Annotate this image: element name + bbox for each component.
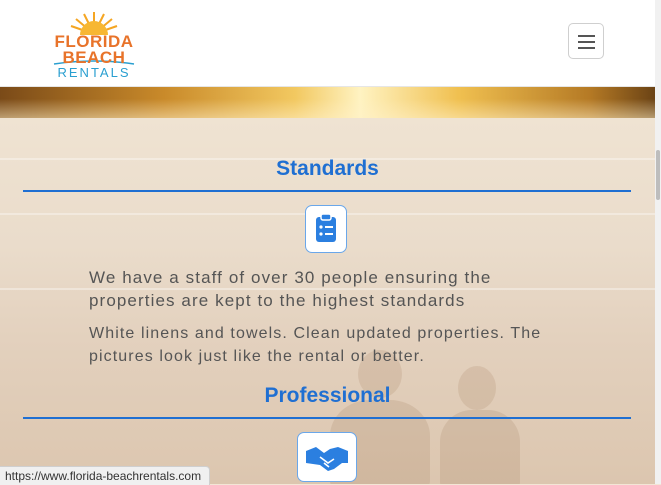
background-figure bbox=[440, 410, 520, 484]
site-header: FLORIDA BEACH RENTALS bbox=[0, 0, 655, 87]
vertical-scrollbar[interactable] bbox=[655, 0, 661, 484]
logo-line-3: RENTALS bbox=[57, 65, 131, 80]
section-title-professional: Professional bbox=[264, 384, 391, 407]
main-content: Standards We have a staff of over 30 peo… bbox=[0, 118, 655, 484]
standards-details: White linens and towels. Clean updated p… bbox=[89, 325, 542, 365]
scrollbar-thumb[interactable] bbox=[656, 150, 660, 200]
sunset-hero-strip bbox=[0, 86, 655, 118]
link-status-bar: https://www.florida-beachrentals.com bbox=[0, 466, 211, 485]
handshake-icon bbox=[297, 432, 357, 482]
clipboard-list-icon bbox=[305, 205, 347, 253]
section-divider bbox=[23, 417, 631, 419]
menu-bar-icon bbox=[578, 41, 595, 43]
hamburger-menu-button[interactable] bbox=[568, 23, 604, 59]
menu-bar-icon bbox=[578, 47, 595, 49]
standards-description: We have a staff of over 30 people ensuri… bbox=[89, 268, 492, 310]
menu-bar-icon bbox=[578, 35, 595, 37]
florida-beach-rentals-logo[interactable]: FLORIDA BEACH RENTALS bbox=[48, 8, 140, 82]
section-divider bbox=[23, 190, 631, 192]
section-title-standards: Standards bbox=[276, 157, 379, 180]
